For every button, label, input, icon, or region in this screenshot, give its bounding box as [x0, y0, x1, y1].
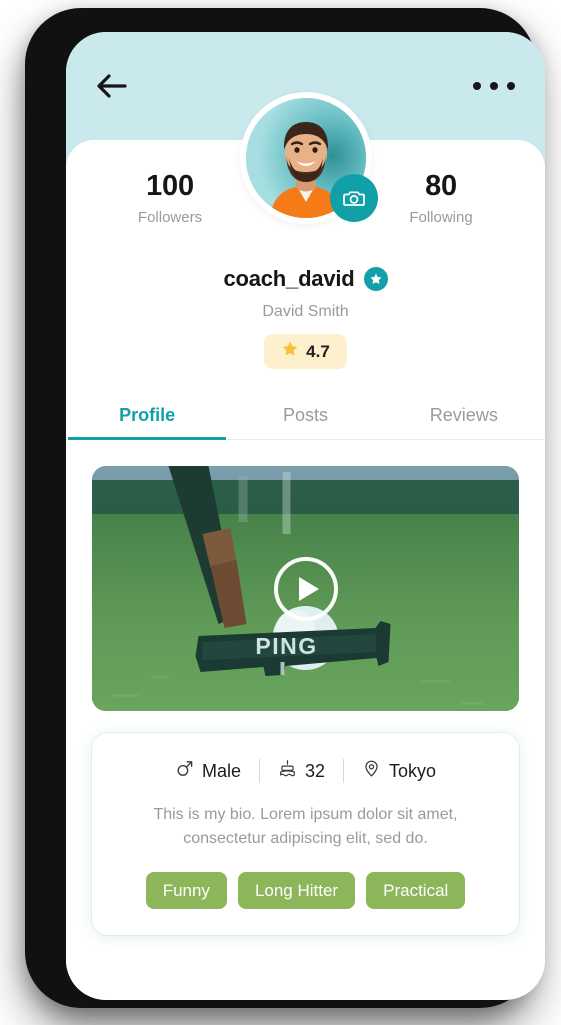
tab-profile[interactable]: Profile — [68, 395, 227, 440]
verified-star-icon — [363, 267, 388, 291]
tab-reviews[interactable]: Reviews — [385, 395, 543, 439]
tab-bar: Profile Posts Reviews — [66, 395, 545, 440]
followers-label: Followers — [137, 209, 203, 227]
tag-row: Funny Long Hitter Practical — [112, 871, 499, 910]
star-icon — [281, 340, 299, 363]
location-pin-icon — [362, 759, 381, 783]
rating-value: 4.7 — [306, 341, 330, 361]
meta-location: Tokyo — [344, 759, 454, 783]
tag-practical[interactable]: Practical — [366, 871, 466, 910]
dot — [507, 82, 515, 90]
rating-badge: 4.7 — [264, 334, 347, 369]
location-value: Tokyo — [389, 760, 437, 781]
dot — [490, 82, 498, 90]
profile-card: 100 Followers 80 Following coach_david D… — [66, 92, 545, 996]
following-label: Following — [409, 209, 473, 227]
tab-content: PING Male 32 Tokyo This is my bio. Lorem… — [66, 440, 545, 996]
play-icon[interactable] — [273, 556, 338, 621]
dot — [473, 82, 481, 90]
tag-funny[interactable]: Funny — [145, 871, 227, 910]
male-gender-icon — [175, 759, 194, 783]
meta-age: 32 — [260, 759, 343, 783]
stat-followers[interactable]: 100 Followers — [106, 170, 234, 227]
rating-row: 4.7 — [66, 334, 545, 369]
followers-count: 100 — [146, 170, 194, 202]
svg-text:PING: PING — [255, 633, 317, 659]
top-bar — [66, 32, 545, 140]
birthday-cake-icon — [278, 759, 297, 783]
username: coach_david — [223, 266, 355, 291]
more-options-button[interactable] — [471, 76, 517, 96]
stat-following[interactable]: 80 Following — [377, 170, 505, 227]
phone-screen: 100 Followers 80 Following coach_david D… — [66, 32, 545, 1000]
full-name: David Smith — [262, 303, 349, 320]
play-triangle — [298, 576, 319, 601]
bio-card: Male 32 Tokyo This is my bio. Lorem ipsu… — [92, 733, 519, 936]
bio-text: This is my bio. Lorem ipsum dolor sit am… — [153, 806, 458, 848]
following-count: 80 — [425, 170, 457, 202]
camera-icon[interactable] — [329, 174, 378, 222]
username-row: coach_david — [66, 266, 545, 292]
meta-gender: Male — [157, 759, 259, 783]
back-button[interactable] — [94, 71, 128, 101]
video-thumbnail[interactable]: PING — [92, 466, 519, 711]
phone-frame: 100 Followers 80 Following coach_david D… — [25, 8, 545, 1008]
tag-long-hitter[interactable]: Long Hitter — [237, 871, 356, 910]
screenshot-stage: 100 Followers 80 Following coach_david D… — [0, 0, 561, 1025]
gender-value: Male — [201, 760, 241, 781]
bottom-spacer — [92, 935, 519, 995]
meta-row: Male 32 Tokyo — [112, 759, 499, 783]
age-value: 32 — [304, 760, 325, 781]
tab-posts[interactable]: Posts — [226, 395, 384, 439]
